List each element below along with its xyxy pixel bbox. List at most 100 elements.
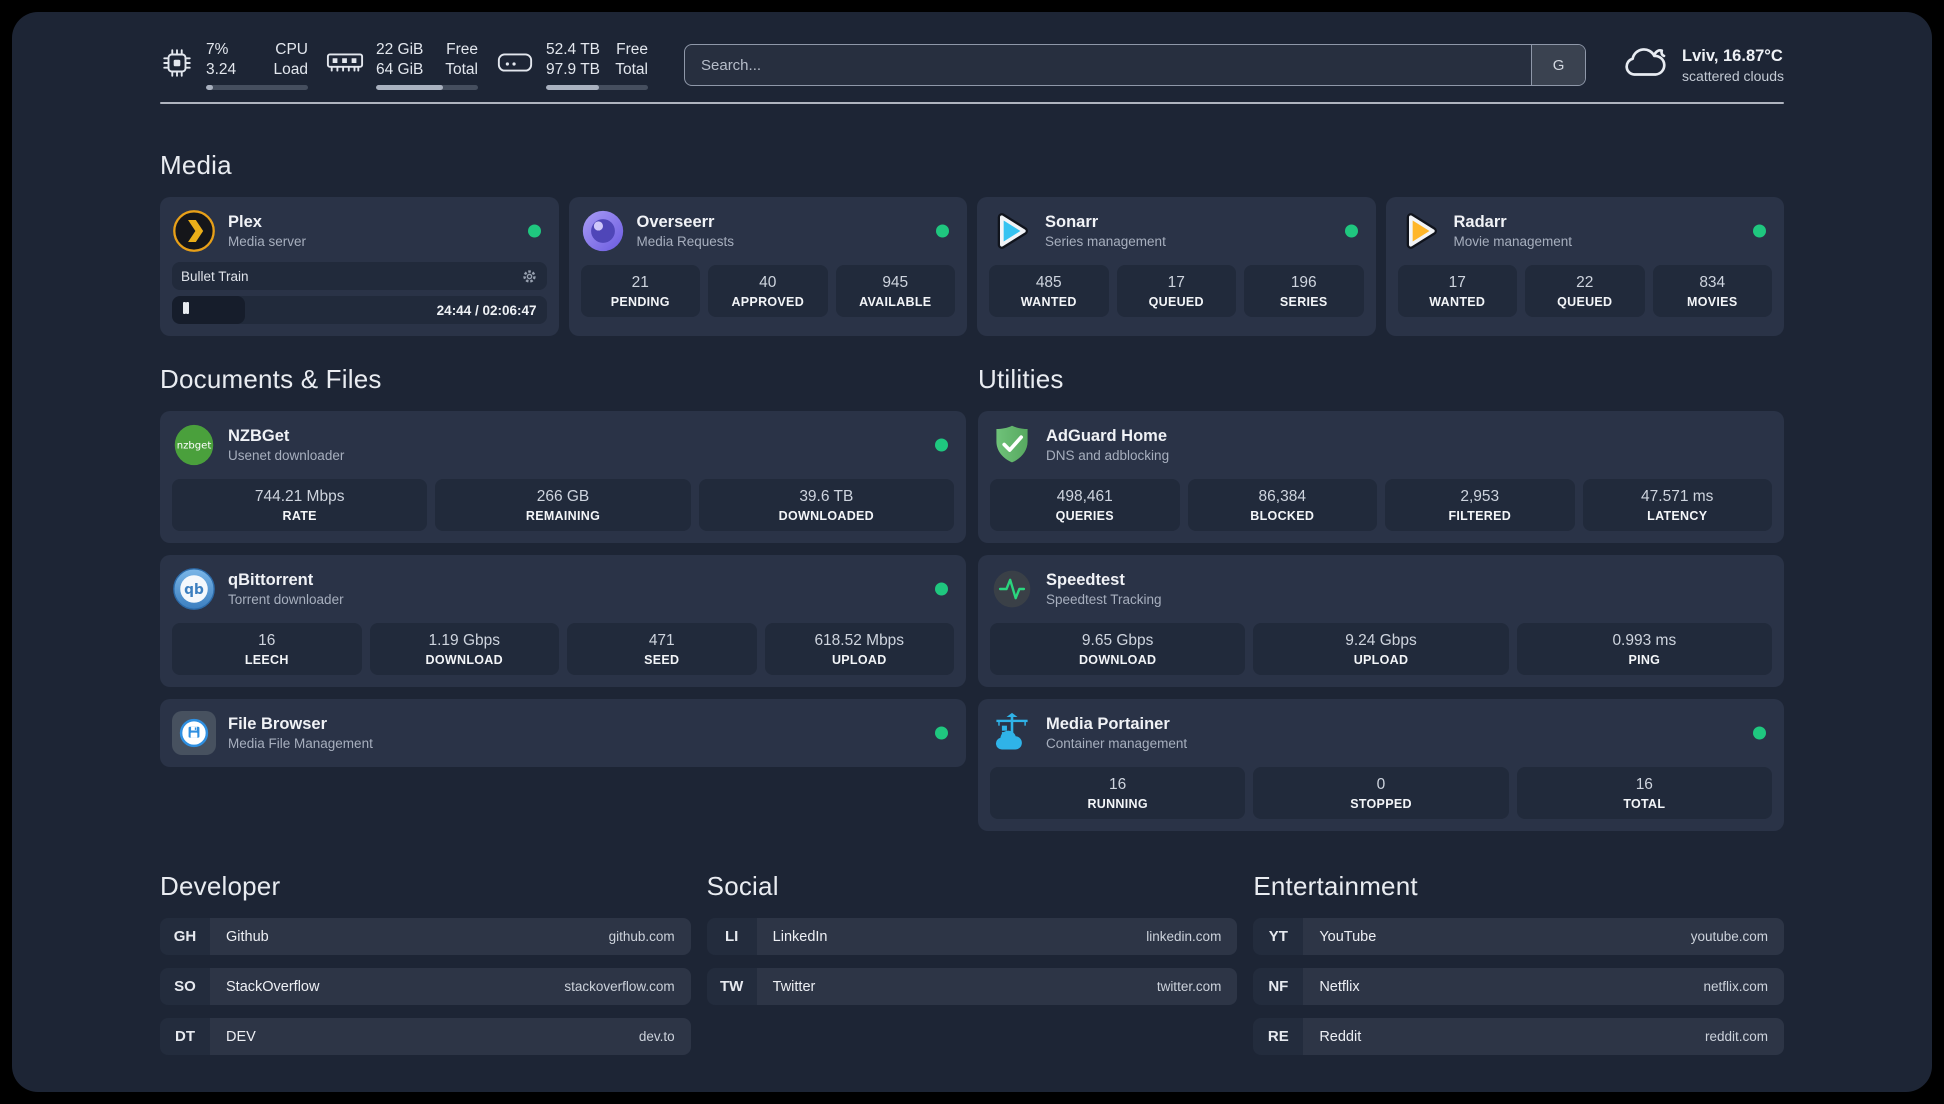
link-url: youtube.com [1690,929,1768,944]
card-subtitle: Media server [228,234,307,249]
search-engine-button[interactable]: G [1531,45,1586,85]
link-row-youtube[interactable]: YT YouTube youtube.com [1253,918,1784,955]
stat-tile: 266 GB REMAINING [435,479,691,531]
card-qbittorrent[interactable]: qb qBittorrent Torrent downloader 16 LEE… [160,555,966,687]
card-nzbget[interactable]: nzbget NZBGet Usenet downloader 744.21 M… [160,411,966,543]
disk-total-label: Total [615,61,648,78]
card-filebrowser[interactable]: File Browser Media File Management [160,699,966,767]
search-bar: G [684,44,1587,86]
card-subtitle: Usenet downloader [228,448,345,463]
stat-tile: 9.24 Gbps UPLOAD [1253,623,1509,675]
stat-tile: 744.21 Mbps RATE [172,479,428,531]
link-name: Twitter [772,978,816,995]
disk-progress-bar [546,85,648,91]
link-badge: LI [706,918,757,955]
card-portainer[interactable]: Media Portainer Container management 16 R… [978,699,1784,831]
card-title: Plex [228,213,262,231]
link-url: github.com [608,929,675,944]
card-title: qBittorrent [228,571,314,589]
card-title: Radarr [1453,213,1507,231]
filebrowser-logo-icon [172,711,216,755]
card-title: AdGuard Home [1046,427,1168,445]
link-row-stackoverflow[interactable]: SO StackOverflow stackoverflow.com [160,968,691,1005]
link-url: reddit.com [1704,1029,1768,1044]
radarr-logo-icon [1398,209,1442,253]
stat-tile: 16 TOTAL [1516,767,1772,819]
playback-progress-bar[interactable]: 24:44 / 02:06:47 [172,296,547,324]
weather-condition: scattered clouds [1682,67,1784,84]
card-title: NZBGet [228,427,290,445]
disk-stat: 52.4 TB 97.9 TB Free Total [496,40,648,91]
link-row-github[interactable]: GH Github github.com [160,918,691,955]
link-row-dev[interactable]: DT DEV dev.to [160,1018,691,1055]
link-badge: GH [160,918,210,955]
media-card-row: Plex Media server Bullet Train 24:44 / 0… [160,197,1784,336]
card-plex[interactable]: Plex Media server Bullet Train 24:44 / 0… [160,197,559,336]
link-row-linkedin[interactable]: LI LinkedIn linkedin.com [706,918,1238,955]
section-title-entertainment: Entertainment [1253,871,1418,901]
stat-tile: 17 QUEUED [1116,265,1236,317]
section-title-social: Social [706,871,779,901]
status-online-dot [1753,224,1766,238]
cpu-load-value: 3.24 [206,61,237,78]
stat-tile: 39.6 TB DOWNLOADED [698,479,954,531]
stat-tile: 17 WANTED [1397,265,1517,317]
stat-tile: 485 WANTED [989,265,1109,317]
link-url: netflix.com [1703,979,1768,994]
playback-time: 24:44 / 02:06:47 [436,302,537,318]
svg-text:nzbget: nzbget [177,441,212,452]
stat-tile: 945 AVAILABLE [835,265,955,317]
playback-progress-fill [172,296,245,324]
card-overseerr[interactable]: Overseerr Media Requests 21 PENDING 40 APP… [568,197,967,336]
speedtest-logo-icon [990,567,1034,611]
link-row-netflix[interactable]: NF Netflix netflix.com [1253,968,1784,1005]
link-badge: YT [1253,918,1304,955]
svg-text:qb: qb [184,582,204,598]
links-entertainment-section: Entertainment YT YouTube youtube.com NF N… [1253,871,1784,1055]
links-developer-section: Developer GH Github github.com SO StackOv… [160,871,691,1055]
card-subtitle: DNS and adblocking [1046,448,1170,463]
plex-logo-icon [172,209,216,253]
nzbget-logo-icon: nzbget [172,423,216,467]
cpu-usage-value: 7% [206,40,229,58]
ram-total-label: Total [445,61,478,78]
weather-widget[interactable]: Lviv, 16.87°C scattered clouds [1622,45,1784,86]
search-input[interactable] [685,45,1532,85]
link-name: StackOverflow [226,978,320,995]
now-playing-bar: Bullet Train [172,262,547,290]
stat-tile: 196 SERIES [1244,265,1364,317]
card-sonarr[interactable]: Sonarr Series management 485 WANTED 17 QUE… [977,197,1376,336]
link-badge: TW [706,968,757,1005]
qbittorrent-logo-icon: qb [172,567,216,611]
card-speedtest[interactable]: Speedtest Speedtest Tracking 9.65 Gbps DO… [978,555,1784,687]
section-title-media: Media [160,150,232,180]
card-title: Overseerr [636,213,715,231]
link-row-twitter[interactable]: TW Twitter twitter.com [706,968,1238,1005]
card-subtitle: Torrent downloader [228,592,344,607]
link-badge: NF [1253,968,1304,1005]
card-radarr[interactable]: Radarr Movie management 17 WANTED 22 QUEUE… [1385,197,1784,336]
link-badge: RE [1253,1018,1304,1055]
disk-icon [496,48,534,83]
status-online-dot [1753,726,1766,740]
ram-icon [326,49,364,82]
dashboard-panel: 7% 3.24 CPU Load 22 GiB 64 GiB Free Tota… [12,12,1932,1092]
status-online-dot [527,224,541,238]
weather-location-temp: Lviv, 16.87°C [1682,46,1783,65]
stat-tile: 1.19 Gbps DOWNLOAD [369,623,559,675]
link-url: linkedin.com [1146,929,1222,944]
now-playing-title: Bullet Train [181,268,249,284]
pause-icon [183,301,189,319]
card-adguard[interactable]: AdGuard Home DNS and adblocking 498,461 Q… [978,411,1784,543]
link-row-reddit[interactable]: RE Reddit reddit.com [1253,1018,1784,1055]
ram-stat: 22 GiB 64 GiB Free Total [326,40,478,91]
stat-tile: 0 STOPPED [1253,767,1509,819]
stream-settings-icon[interactable] [521,268,538,285]
ram-progress-bar [376,85,478,91]
cpu-stat: 7% 3.24 CPU Load [160,40,308,91]
stat-tile: 2,953 FILTERED [1385,479,1575,531]
link-url: dev.to [638,1029,675,1044]
card-title: Media Portainer [1046,715,1170,733]
ram-free-label: Free [446,40,478,58]
link-name: Github [226,928,269,945]
